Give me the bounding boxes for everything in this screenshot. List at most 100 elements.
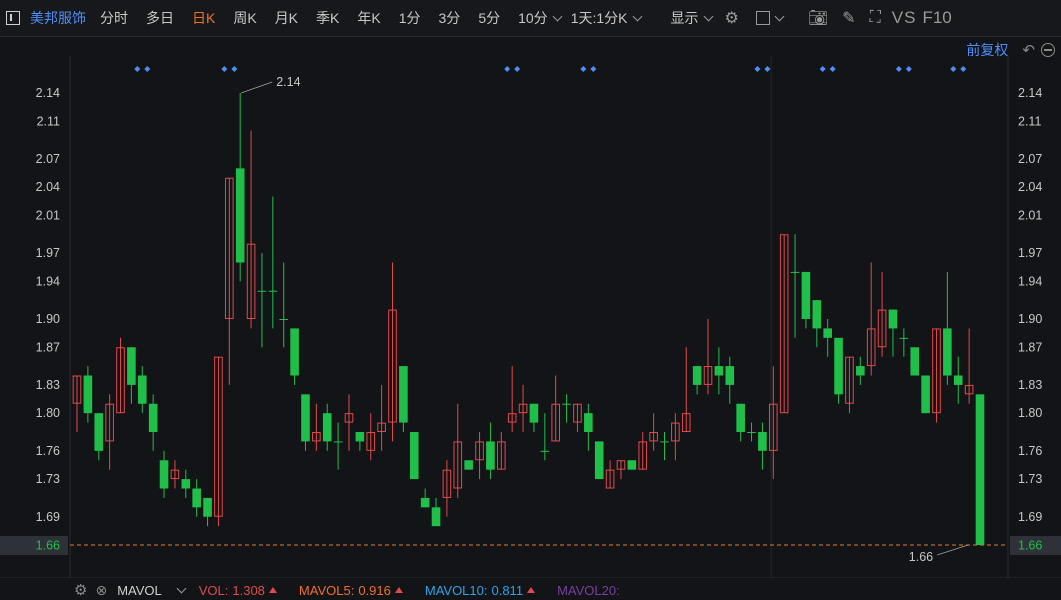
- up-arrow-icon: [394, 587, 403, 593]
- period-tab-intraday[interactable]: 分时: [100, 8, 128, 28]
- candle-body: [975, 394, 985, 545]
- event-marker-icon: [590, 66, 597, 72]
- candle-body: [83, 375, 93, 414]
- y-tick-label-left: 1.97: [36, 246, 60, 260]
- event-marker-icon: [504, 66, 511, 72]
- period-tab-daily[interactable]: 日K: [192, 8, 215, 28]
- period-tab-10min[interactable]: 10分: [518, 8, 548, 28]
- event-marker-icon: [950, 66, 957, 72]
- candle-body: [290, 328, 299, 376]
- fullscreen-icon[interactable]: ⛶: [870, 9, 881, 27]
- event-marker-icon: [580, 66, 587, 72]
- high-annotation-label: 2.14: [276, 75, 300, 89]
- period-tab-weekly[interactable]: 周K: [233, 8, 256, 28]
- y-tick-label-right: 1.94: [1018, 274, 1042, 288]
- stock-name[interactable]: 美邦服饰: [30, 8, 86, 28]
- y-tick-label-right: 1.73: [1018, 472, 1042, 486]
- mavol5-value: 0.916: [358, 582, 391, 598]
- square-select-icon[interactable]: [755, 11, 770, 25]
- candle-body: [355, 432, 365, 442]
- candle-body: [540, 450, 550, 452]
- indicator-chevron-icon[interactable]: [176, 583, 187, 593]
- candle-body: [464, 460, 473, 470]
- minus-circle-icon[interactable]: [1041, 43, 1055, 57]
- range-chevron-icon[interactable]: [632, 11, 642, 21]
- candle-body: [790, 271, 800, 273]
- y-tick-label-left: 1.69: [36, 510, 60, 524]
- candle-body: [137, 375, 147, 404]
- candle-body: [409, 432, 419, 480]
- candle-body: [953, 375, 963, 385]
- indicator-name[interactable]: MAVOL: [117, 583, 162, 598]
- y-tick-label-left: 2.14: [36, 86, 60, 100]
- square-chevron-icon[interactable]: [774, 11, 785, 21]
- close-icon[interactable]: ⊗: [95, 582, 107, 599]
- y-tick-label-left: 1.80: [36, 406, 60, 420]
- gear-icon[interactable]: ⚙: [74, 581, 87, 599]
- y-tick-label-right: 2.07: [1018, 152, 1042, 166]
- candle-body: [192, 488, 201, 508]
- vol-label: VOL:: [198, 582, 229, 598]
- candle-body: [910, 347, 920, 376]
- f10-button[interactable]: F10: [922, 8, 951, 28]
- y-tick-label-left: 2.11: [37, 114, 60, 128]
- camera-icon[interactable]: 📷︎: [808, 8, 828, 28]
- event-marker-icon: [514, 66, 521, 72]
- y-tick-label-left: 1.87: [36, 340, 60, 354]
- candle-body: [747, 432, 756, 433]
- mavol10-value: 0.811: [491, 582, 524, 598]
- display-menu[interactable]: 显示: [671, 8, 699, 28]
- candle-body: [279, 319, 289, 320]
- candle-body: [257, 290, 267, 292]
- candle-body: [235, 168, 245, 263]
- toolbar: 美邦服饰 分时 多日 日K 周K 月K 季K 年K 1分 3分 5分 10分 1…: [0, 0, 1061, 37]
- mavol5-label: MAVOL5:: [298, 582, 355, 598]
- candlestick-chart[interactable]: 2.14 2.14 2.11 2.11 2.07 2.07 2.04 2.04 2.01 2.01…: [0, 56, 1061, 578]
- display-chevron-icon[interactable]: [703, 11, 713, 21]
- period-tab-3min[interactable]: 3分: [439, 8, 461, 28]
- y-tick-label-right: 1.87: [1018, 340, 1042, 354]
- candle-body: [94, 413, 104, 451]
- period-tab-multiday[interactable]: 多日: [146, 8, 174, 28]
- period-tab-5min[interactable]: 5分: [478, 8, 500, 28]
- candle-body: [758, 432, 767, 451]
- candle-body: [399, 366, 408, 423]
- candle-body: [692, 366, 702, 385]
- y-tick-label-left: 2.04: [36, 180, 60, 194]
- period-tab-monthly[interactable]: 月K: [275, 8, 298, 28]
- y-tick-label-right: 2.01: [1018, 208, 1042, 222]
- candle-body: [834, 337, 843, 395]
- candle-body: [420, 497, 430, 508]
- candle-body: [714, 366, 724, 376]
- event-marker-icon: [764, 66, 771, 72]
- candle-body: [812, 300, 822, 329]
- annotation-leader-line: [241, 81, 273, 94]
- vs-button[interactable]: VS: [892, 8, 917, 28]
- y-tick-label-right: 1.69: [1018, 510, 1042, 524]
- candle-body: [594, 441, 604, 480]
- candle-body: [562, 403, 571, 405]
- pencil-icon[interactable]: ✎: [842, 8, 855, 28]
- layout-toggle-icon[interactable]: [6, 11, 20, 25]
- candle-body: [333, 441, 343, 443]
- candle-body: [584, 413, 593, 432]
- y-tick-label-left: 1.73: [36, 472, 60, 486]
- y-tick-label-right: 1.80: [1018, 406, 1042, 420]
- y-tick-label-left: 1.94: [36, 274, 60, 288]
- last-price-label-right: 1.66: [1018, 539, 1042, 553]
- candle-body: [148, 403, 158, 432]
- gear-icon[interactable]: ⚙: [725, 8, 739, 28]
- period-tab-quarterly[interactable]: 季K: [316, 8, 339, 28]
- up-arrow-icon: [527, 587, 536, 593]
- event-marker-icon: [754, 66, 761, 72]
- range-select[interactable]: 1天:1分K: [571, 8, 628, 28]
- annotation-leader-line: [936, 544, 969, 556]
- candle-body: [921, 375, 930, 414]
- y-tick-label-left: 1.76: [36, 444, 60, 458]
- event-marker-icon: [895, 66, 902, 72]
- period-more-chevron-icon[interactable]: [552, 11, 563, 21]
- y-tick-label-right: 2.14: [1018, 86, 1042, 100]
- period-tab-yearly[interactable]: 年K: [357, 8, 380, 28]
- period-tab-1min[interactable]: 1分: [399, 8, 421, 28]
- candle-body: [660, 441, 669, 443]
